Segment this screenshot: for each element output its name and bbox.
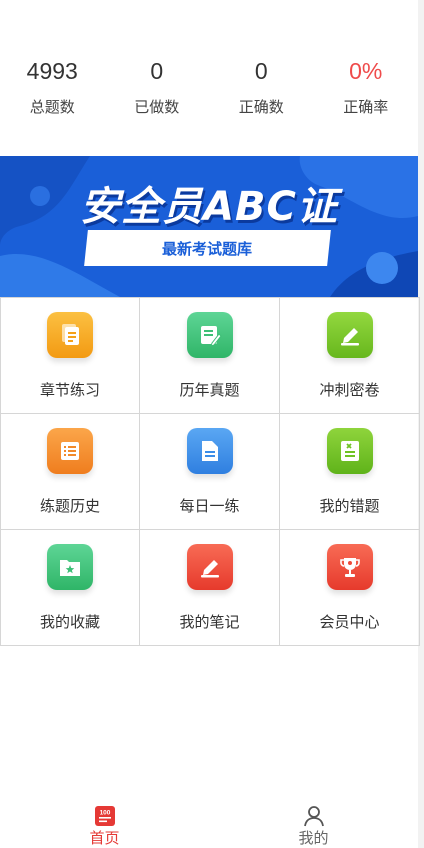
menu-sprint-paper[interactable]: 冲刺密卷 [280, 298, 420, 414]
menu-favorites-label: 我的收藏 [39, 613, 100, 631]
user-icon [303, 805, 325, 827]
banner-subtitle-pill: 最新考试题库 [84, 230, 331, 266]
menu-vip-center-label: 会员中心 [319, 613, 380, 631]
menu-favorites[interactable]: 我的收藏 [0, 530, 140, 646]
tab-mine-label: 我的 [298, 829, 329, 847]
vip-center-icon [326, 544, 373, 590]
promo-banner[interactable]: 安全员ABC证 最新考试题库 [0, 156, 418, 297]
tab-mine[interactable]: 我的 [209, 800, 418, 848]
menu-sprint-paper-label: 冲刺密卷 [319, 381, 380, 399]
banner-subtitle: 最新考试题库 [162, 239, 253, 258]
bottom-tab-bar: 100 首页 我的 [0, 800, 418, 848]
menu-wrong-questions[interactable]: 我的错题 [280, 414, 420, 530]
home-badge-text: 100 [99, 810, 110, 817]
menu-chapter-practice[interactable]: 章节练习 [0, 298, 140, 414]
stat-rate: 0% 正确率 [314, 56, 419, 126]
tab-home-label: 首页 [89, 829, 120, 847]
stat-correct-label: 正确数 [238, 98, 284, 116]
feature-grid: 章节练习 历年真题 冲刺密卷 练题历史 每日一练 我的错题 我的收藏 我的笔记 … [0, 297, 420, 646]
stat-done: 0 已做数 [105, 56, 210, 126]
stat-done-label: 已做数 [134, 98, 180, 116]
tab-home[interactable]: 100 首页 [0, 800, 209, 848]
menu-chapter-practice-label: 章节练习 [39, 381, 100, 399]
stat-done-value: 0 [150, 58, 164, 84]
favorites-icon [47, 544, 93, 590]
menu-history-label: 练题历史 [39, 497, 100, 515]
stat-total: 4993 总题数 [0, 56, 105, 126]
stat-total-value: 4993 [26, 58, 78, 84]
wrong-questions-icon [326, 428, 373, 474]
stat-correct: 0 正确数 [209, 56, 314, 126]
stat-rate-label: 正确率 [343, 98, 389, 116]
past-exams-icon [186, 312, 233, 358]
history-icon [47, 428, 93, 474]
menu-past-exams[interactable]: 历年真题 [140, 298, 280, 414]
banner-title: 安全员ABC证 [80, 184, 338, 230]
stat-rate-value: 0% [349, 58, 383, 84]
menu-vip-center[interactable]: 会员中心 [280, 530, 420, 646]
stat-correct-value: 0 [254, 58, 268, 84]
menu-wrong-questions-label: 我的错题 [319, 497, 380, 515]
stats-row: 4993 总题数 0 已做数 0 正确数 0% 正确率 [0, 56, 418, 126]
menu-history[interactable]: 练题历史 [0, 414, 140, 530]
daily-practice-icon [186, 428, 233, 474]
menu-past-exams-label: 历年真题 [179, 381, 240, 399]
sprint-paper-icon [326, 312, 373, 358]
menu-daily-practice[interactable]: 每日一练 [140, 414, 280, 530]
menu-notes[interactable]: 我的笔记 [140, 530, 280, 646]
chapter-practice-icon [47, 312, 93, 358]
home-icon: 100 [94, 805, 116, 827]
menu-notes-label: 我的笔记 [179, 613, 240, 631]
stat-total-label: 总题数 [29, 98, 75, 116]
notes-icon [186, 544, 233, 590]
menu-daily-practice-label: 每日一练 [179, 497, 240, 515]
